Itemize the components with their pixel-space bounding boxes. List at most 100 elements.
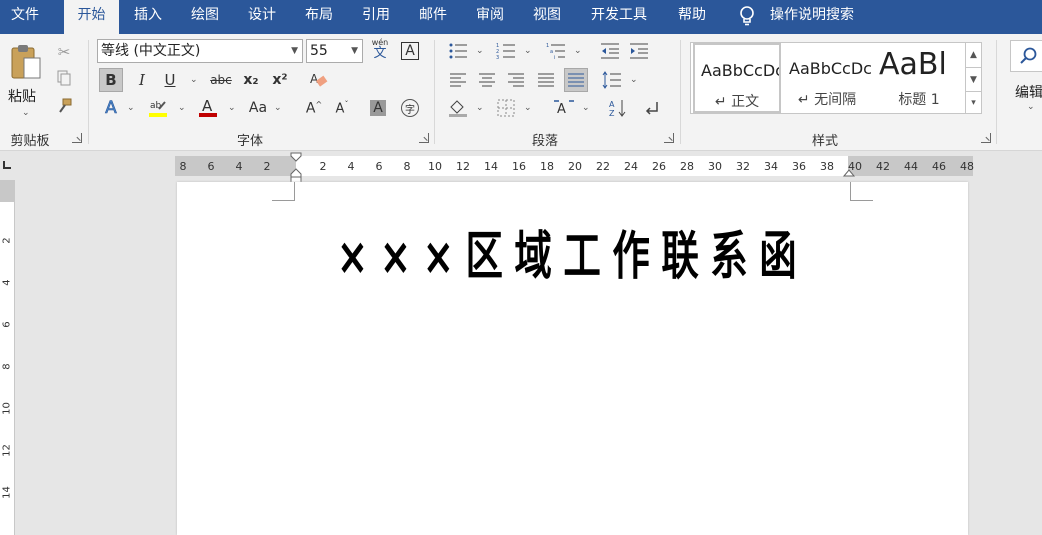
italic-button[interactable]: I	[130, 68, 154, 92]
ruler-tick-label: 4	[235, 160, 243, 173]
phonetic-guide-button[interactable]: wén 文	[370, 38, 390, 64]
align-center-button[interactable]	[475, 68, 499, 92]
gallery-scroll-up[interactable]: ▲	[965, 43, 981, 67]
paste-label: 粘贴	[8, 89, 36, 105]
strikethrough-button[interactable]: abc	[206, 68, 236, 92]
editing-dropdown-arrow[interactable]: ⌄	[1027, 102, 1035, 112]
line-spacing-dropdown-arrow[interactable]: ⌄	[630, 75, 638, 85]
borders-dropdown-arrow[interactable]: ⌄	[524, 103, 532, 113]
character-shading-button[interactable]: A	[366, 96, 390, 120]
borders-icon	[497, 99, 515, 117]
align-right-button[interactable]	[504, 68, 528, 92]
highlight-dropdown-arrow[interactable]: ⌄	[178, 103, 186, 113]
tab-layout[interactable]: 布局	[293, 0, 345, 34]
document-page[interactable]: ×××区域工作联系函	[177, 182, 968, 535]
change-case-button[interactable]: Aa	[244, 96, 272, 120]
tab-review[interactable]: 审阅	[464, 0, 516, 34]
line-spacing-button[interactable]	[600, 68, 624, 92]
font-color-dropdown-arrow[interactable]: ⌄	[228, 103, 236, 113]
ribbon: 粘贴 ⌄ ✂ 剪贴板 等线 (中文正文) ▼ 55 ▼ wén 文 A B I …	[0, 34, 1042, 151]
style-heading-1[interactable]: AaBl 标题 1	[873, 43, 965, 113]
eraser-icon: A	[310, 72, 328, 87]
tab-selector[interactable]	[0, 155, 14, 173]
decrease-indent-button[interactable]	[598, 39, 622, 63]
numbering-button[interactable]: 123	[494, 39, 518, 63]
align-left-button[interactable]	[446, 68, 470, 92]
enclose-char-icon: 字	[401, 99, 419, 117]
superscript-button[interactable]: x²	[268, 68, 292, 92]
font-name-combo[interactable]: 等线 (中文正文) ▼	[97, 39, 303, 63]
clear-formatting-button[interactable]: A	[306, 68, 330, 92]
tab-view[interactable]: 视图	[521, 0, 573, 34]
cut-button[interactable]: ✂	[52, 40, 76, 64]
ruler-tick-label: 14	[1, 486, 13, 499]
tab-file[interactable]: 文件	[0, 0, 50, 34]
document-title[interactable]: ×××区域工作联系函	[288, 214, 858, 289]
character-border-button[interactable]: A	[398, 39, 422, 63]
group-separator	[88, 40, 89, 144]
tab-draw[interactable]: 绘图	[179, 0, 231, 34]
bold-button[interactable]: B	[99, 68, 123, 92]
numbering-dropdown-arrow[interactable]: ⌄	[524, 46, 532, 56]
gallery-expand[interactable]: ▾	[965, 91, 981, 113]
tab-mailings[interactable]: 邮件	[407, 0, 459, 34]
tab-references[interactable]: 引用	[350, 0, 402, 34]
sort-button[interactable]: AZ	[606, 96, 630, 120]
text-effects-dropdown-arrow[interactable]: ⌄	[127, 103, 135, 113]
format-painter-button[interactable]	[52, 94, 76, 118]
svg-text:A: A	[609, 100, 615, 109]
increase-indent-button[interactable]	[627, 39, 651, 63]
copy-button[interactable]	[52, 66, 76, 90]
chinese-layout-dropdown-arrow[interactable]: ⌄	[582, 103, 590, 113]
multilevel-dropdown-arrow[interactable]: ⌄	[574, 46, 582, 56]
tab-insert[interactable]: 插入	[122, 0, 174, 34]
chevron-down-icon: ▼	[351, 46, 358, 56]
distributed-button[interactable]	[564, 68, 588, 92]
font-size-combo[interactable]: 55 ▼	[306, 39, 363, 63]
show-marks-button[interactable]	[640, 96, 664, 120]
ruler-tick-label: 24	[624, 160, 638, 173]
grow-font-button[interactable]: A^	[302, 96, 326, 120]
tab-design[interactable]: 设计	[236, 0, 288, 34]
right-indent-marker[interactable]	[842, 166, 856, 178]
shading-button[interactable]	[446, 96, 470, 120]
underline-dropdown-arrow[interactable]: ⌄	[190, 75, 198, 85]
lightbulb-icon	[740, 6, 754, 26]
underline-button[interactable]: U	[158, 68, 182, 92]
gallery-scroll-down[interactable]: ▼	[965, 67, 981, 91]
enclose-characters-button[interactable]: 字	[398, 96, 422, 120]
group-separator	[434, 40, 435, 144]
tab-developer[interactable]: 开发工具	[580, 0, 658, 34]
styles-gallery: AaBbCcDc ↵ 正文 AaBbCcDc ↵ 无间隔 AaBl 标题 1 ▲…	[690, 42, 982, 114]
shrink-font-button[interactable]: Aˇ	[330, 96, 354, 120]
svg-text:1: 1	[546, 43, 549, 49]
chinese-layout-button[interactable]: A	[552, 96, 576, 120]
font-dialog-launcher[interactable]	[419, 133, 429, 143]
paragraph-dialog-launcher[interactable]	[664, 133, 674, 143]
clipboard-dialog-launcher[interactable]	[72, 133, 82, 143]
bullets-button[interactable]	[446, 39, 470, 63]
shading-dropdown-arrow[interactable]: ⌄	[476, 103, 484, 113]
highlight-button[interactable]: ab	[146, 96, 170, 120]
margin-corner-top-right	[850, 182, 873, 201]
bullets-dropdown-arrow[interactable]: ⌄	[476, 46, 484, 56]
paste-button[interactable]: 粘贴 ⌄	[6, 40, 46, 120]
tab-help[interactable]: 帮助	[666, 0, 718, 34]
indent-markers[interactable]	[289, 152, 303, 184]
tab-home[interactable]: 开始	[64, 0, 119, 34]
svg-text:a: a	[550, 49, 553, 55]
styles-dialog-launcher[interactable]	[981, 133, 991, 143]
change-case-dropdown-arrow[interactable]: ⌄	[274, 103, 282, 113]
subscript-button[interactable]: x₂	[239, 68, 263, 92]
borders-button[interactable]	[494, 96, 518, 120]
justify-button[interactable]	[534, 68, 558, 92]
ruler-tick-label: 2	[263, 160, 271, 173]
text-effects-button[interactable]: A	[99, 96, 123, 120]
style-normal[interactable]: AaBbCcDc ↵ 正文	[693, 43, 781, 113]
find-button[interactable]	[1010, 40, 1042, 72]
font-color-button[interactable]: A	[196, 96, 220, 120]
ruler-tick-label: 2	[1, 237, 13, 244]
paste-dropdown-arrow: ⌄	[22, 108, 30, 118]
multilevel-list-button[interactable]: 1ai	[544, 39, 568, 63]
style-no-spacing[interactable]: AaBbCcDc ↵ 无间隔	[783, 43, 871, 113]
